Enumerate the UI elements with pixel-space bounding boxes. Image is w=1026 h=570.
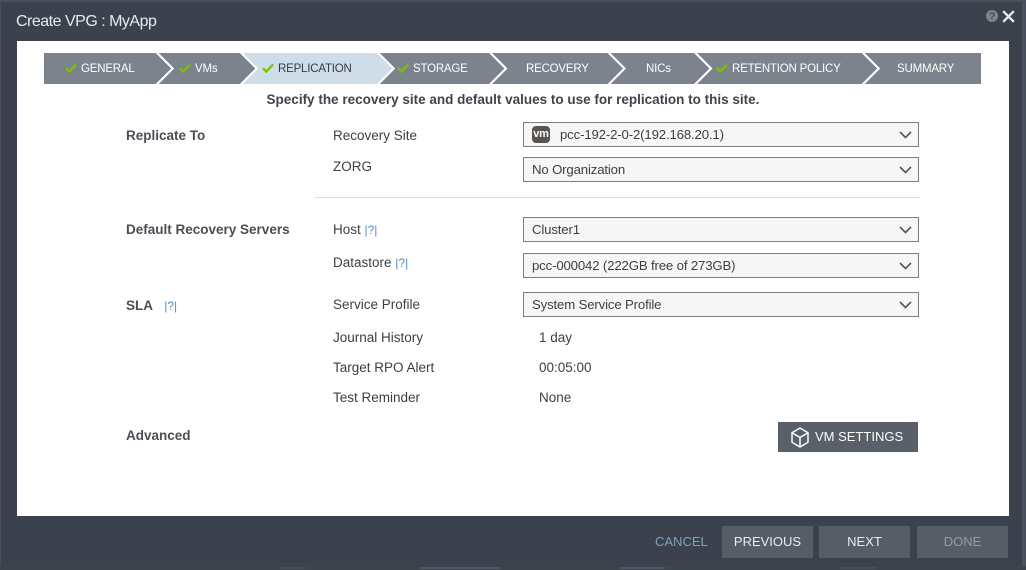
svg-text:?: ? (989, 11, 995, 22)
